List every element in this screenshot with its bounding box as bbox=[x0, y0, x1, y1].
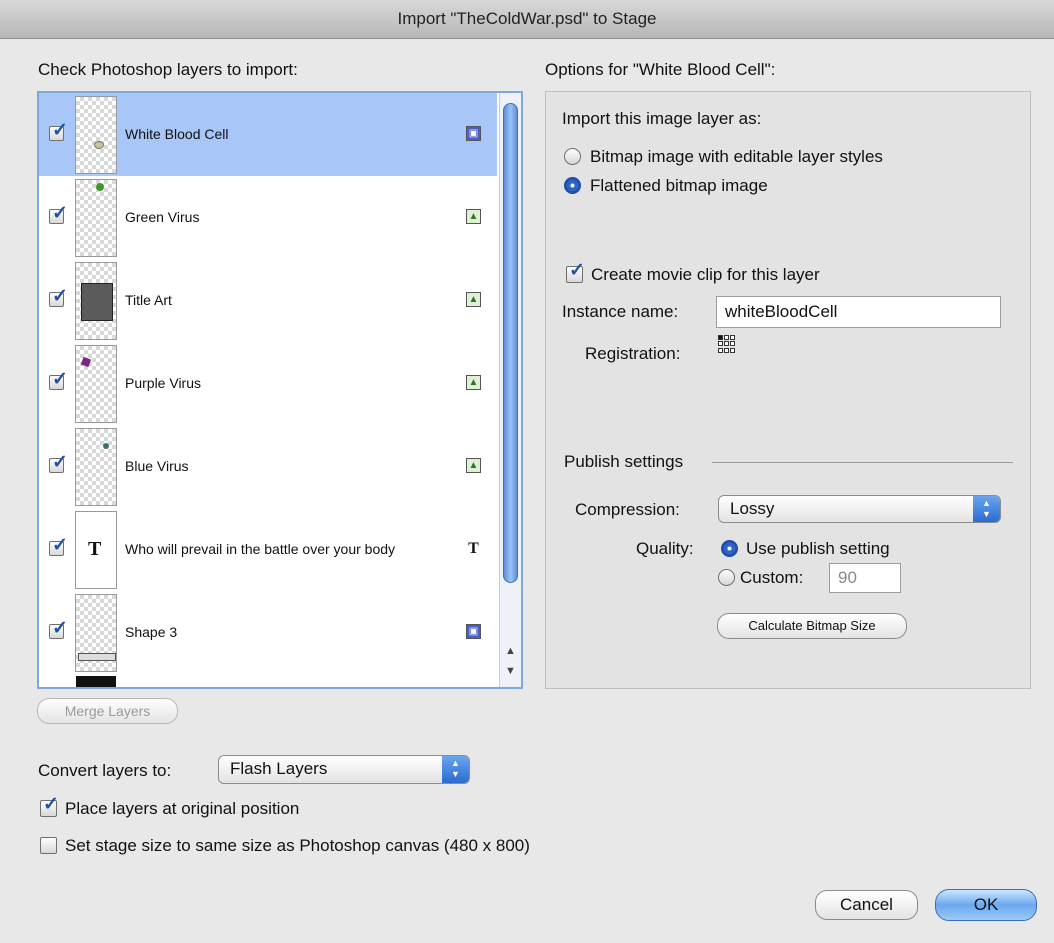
merge-layers-button[interactable]: Merge Layers bbox=[37, 698, 178, 724]
layer-row[interactable]: ✓ Purple Virus ▲ bbox=[39, 342, 497, 425]
registration-point[interactable] bbox=[730, 335, 735, 340]
set-stage-size-label[interactable]: Set stage size to same size as Photoshop… bbox=[65, 836, 530, 856]
registration-point[interactable] bbox=[718, 335, 723, 340]
layer-checkbox[interactable]: ✓ bbox=[49, 619, 68, 639]
use-publish-setting-label[interactable]: Use publish setting bbox=[746, 539, 890, 559]
layer-checkbox[interactable]: ✓ bbox=[49, 370, 68, 390]
cancel-button[interactable]: Cancel bbox=[815, 890, 918, 920]
text-layer-thumbnail: T bbox=[75, 511, 117, 589]
import-as-label: Import this image layer as: bbox=[562, 109, 762, 128]
layer-checkbox[interactable]: ✓ bbox=[49, 121, 68, 141]
layer-row[interactable]: ✓ Title Art ▲ bbox=[39, 259, 497, 342]
options-heading: Options for "White Blood Cell": bbox=[545, 60, 776, 79]
registration-point[interactable] bbox=[724, 335, 729, 340]
window-title: Import "TheColdWar.psd" to Stage bbox=[397, 9, 657, 28]
scroll-up-icon[interactable]: ▲ bbox=[505, 645, 516, 657]
instance-name-label: Instance name: bbox=[562, 302, 679, 321]
registration-point[interactable] bbox=[718, 341, 723, 347]
shape-icon: ▣ bbox=[466, 624, 481, 639]
registration-point[interactable] bbox=[730, 347, 735, 353]
layer-name: Shape 3 bbox=[125, 624, 178, 640]
radio-flattened[interactable] bbox=[564, 177, 581, 194]
registration-point[interactable] bbox=[724, 347, 729, 353]
popup-stepper-icon: ▲ ▼ bbox=[973, 496, 1000, 522]
convert-layers-select[interactable]: Flash Layers ▲ ▼ bbox=[218, 755, 470, 784]
layer-name: Purple Virus bbox=[125, 375, 202, 391]
registration-point[interactable] bbox=[730, 341, 735, 347]
layer-row[interactable]: ✓ T Who will prevail in the battle over … bbox=[39, 508, 497, 591]
title-bar: Import "TheColdWar.psd" to Stage bbox=[0, 0, 1054, 39]
quality-label: Quality: bbox=[636, 539, 694, 558]
scroll-down-icon[interactable]: ▼ bbox=[505, 665, 516, 677]
layer-thumbnail bbox=[75, 96, 117, 174]
bitmap-icon: ▲ bbox=[466, 458, 481, 473]
layer-name: Green Virus bbox=[125, 209, 200, 225]
create-movie-clip-checkbox[interactable]: ✓ bbox=[566, 261, 585, 283]
layer-row[interactable]: ✓ Blue Virus ▲ bbox=[39, 425, 497, 508]
registration-grid[interactable] bbox=[718, 335, 736, 353]
layer-row[interactable]: ✓ Green Virus ▲ bbox=[39, 176, 497, 259]
registration-label: Registration: bbox=[585, 344, 681, 363]
layer-list-scrollbar[interactable]: ▲ ▼ bbox=[499, 93, 521, 687]
instance-name-field[interactable]: whiteBloodCell bbox=[716, 296, 1001, 328]
custom-quality-label[interactable]: Custom: bbox=[740, 568, 803, 588]
layer-name: Title Art bbox=[125, 292, 172, 308]
layer-checkbox[interactable]: ✓ bbox=[49, 536, 68, 556]
place-original-label[interactable]: Place layers at original position bbox=[65, 799, 299, 819]
layer-name: Who will prevail in the battle over your… bbox=[125, 541, 396, 557]
compression-value: Lossy bbox=[730, 499, 775, 518]
convert-layers-label: Convert layers to: bbox=[38, 761, 172, 780]
radio-bitmap-editable-label[interactable]: Bitmap image with editable layer styles bbox=[590, 147, 883, 167]
layer-checkbox[interactable]: ✓ bbox=[49, 453, 68, 473]
convert-layers-value: Flash Layers bbox=[230, 759, 328, 778]
compression-select[interactable]: Lossy ▲ ▼ bbox=[718, 495, 1001, 523]
bitmap-icon: ▲ bbox=[466, 375, 481, 390]
layer-thumbnail bbox=[75, 179, 117, 257]
compression-label: Compression: bbox=[575, 500, 680, 519]
layers-heading: Check Photoshop layers to import: bbox=[38, 60, 298, 79]
bitmap-icon: ▲ bbox=[466, 209, 481, 224]
layer-row[interactable]: ✓ Shape 3 ▣ bbox=[39, 591, 497, 674]
scrollbar-thumb[interactable] bbox=[503, 103, 518, 583]
shape-icon: ▣ bbox=[466, 126, 481, 141]
ok-button[interactable]: OK bbox=[935, 889, 1037, 921]
layer-checkbox[interactable]: ✓ bbox=[49, 204, 68, 224]
radio-bitmap-editable[interactable] bbox=[564, 148, 581, 165]
bitmap-icon: ▲ bbox=[466, 292, 481, 307]
set-stage-size-checkbox[interactable] bbox=[40, 837, 57, 854]
radio-custom-quality[interactable] bbox=[718, 569, 735, 586]
layer-list[interactable]: ✓ White Blood Cell ▣ ✓ Green Virus ▲ ✓ T… bbox=[37, 91, 523, 689]
registration-point[interactable] bbox=[724, 341, 729, 347]
calculate-bitmap-size-button[interactable]: Calculate Bitmap Size bbox=[717, 613, 907, 639]
layer-thumbnail bbox=[75, 428, 117, 506]
layer-thumbnail bbox=[75, 594, 117, 672]
create-movie-clip-label[interactable]: Create movie clip for this layer bbox=[591, 265, 820, 285]
layer-row[interactable]: ✓ White Blood Cell ▣ bbox=[39, 93, 497, 176]
publish-settings-divider bbox=[712, 462, 1013, 463]
place-original-checkbox[interactable]: ✓ bbox=[40, 795, 59, 817]
custom-quality-field[interactable]: 90 bbox=[829, 563, 901, 593]
layer-thumbnail bbox=[75, 262, 117, 340]
radio-use-publish-setting[interactable] bbox=[721, 540, 738, 557]
layer-name: White Blood Cell bbox=[125, 126, 229, 142]
popup-stepper-icon: ▲ ▼ bbox=[442, 756, 469, 783]
layer-thumbnail bbox=[75, 345, 117, 423]
publish-settings-label: Publish settings bbox=[564, 452, 684, 471]
text-icon: T bbox=[468, 540, 479, 557]
registration-point[interactable] bbox=[718, 347, 723, 353]
layer-checkbox[interactable]: ✓ bbox=[49, 287, 68, 307]
layer-name: Blue Virus bbox=[125, 458, 189, 474]
radio-flattened-label[interactable]: Flattened bitmap image bbox=[590, 176, 768, 196]
layer-thumbnail-partial bbox=[76, 676, 116, 687]
